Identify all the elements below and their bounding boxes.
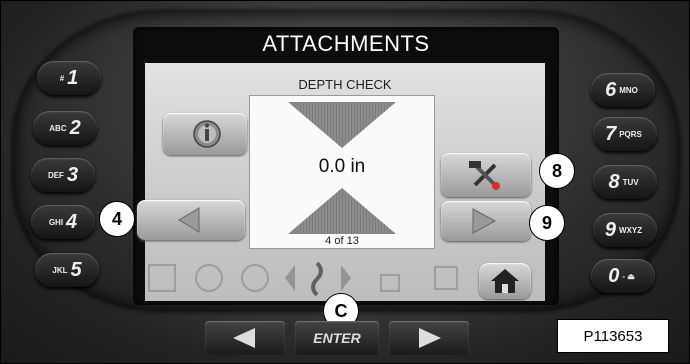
wrench-icon (195, 264, 223, 292)
key-0-letters: - ⏏ (622, 271, 635, 281)
grid-icon (148, 264, 176, 292)
enter-key[interactable]: ENTER (295, 321, 379, 355)
depth-check-panel: 0.0 in 4 of 13 (249, 95, 435, 249)
key-4[interactable]: GHI 4 (31, 205, 95, 239)
key-9-number: 9 (604, 218, 616, 241)
key-7[interactable]: 7 PQRS (593, 117, 657, 151)
screen-title: ATTACHMENTS (262, 31, 430, 56)
key-1-number: 1 (67, 66, 79, 89)
callout-4: 4 (99, 201, 135, 237)
scroll-left-icon (285, 265, 295, 291)
home-icon (491, 269, 519, 293)
depth-down-triangle[interactable] (288, 188, 396, 234)
key-8[interactable]: 8 TUV (593, 165, 657, 199)
screen-subtitle: DEPTH CHECK (298, 77, 392, 92)
key-5-letters: JKL (52, 265, 68, 275)
key-1-letters: # (59, 73, 65, 83)
right-arrow-icon (472, 208, 497, 234)
key-5[interactable]: JKL 5 (35, 253, 99, 287)
depth-readout: 0.0 in (318, 156, 366, 177)
previous-button[interactable] (137, 200, 245, 240)
left-arrow-icon (178, 207, 200, 233)
key-8-letters: TUV (622, 177, 639, 187)
key-4-number: 4 (66, 210, 78, 233)
callout-8: 8 (539, 153, 575, 189)
key-1[interactable]: # 1 (37, 61, 101, 95)
key-3-number: 3 (66, 163, 79, 186)
figure-id-label: P113653 (557, 319, 669, 353)
display-photo-frame: # 1 ABC 2 DEF 3 GHI 4 JKL 5 6 MNO 7 PQRS… (0, 0, 690, 364)
home-button[interactable] (479, 263, 531, 299)
key-7-number: 7 (605, 122, 617, 145)
nav-left-key[interactable] (205, 321, 285, 355)
scroll-right-icon (341, 265, 351, 291)
key-0[interactable]: 0 - ⏏ (591, 259, 655, 293)
nav-right-arrow-icon (419, 328, 441, 348)
nav-left-arrow-icon (233, 328, 255, 348)
key-6-number: 6 (605, 78, 617, 101)
depth-up-triangle[interactable] (288, 102, 396, 148)
info-icon (193, 120, 221, 148)
page-count: 4 of 13 (325, 235, 359, 247)
key-2[interactable]: ABC 2 (33, 111, 97, 145)
key-0-number: 0 (608, 264, 620, 287)
key-9-letters: WXYZ (619, 225, 643, 235)
gauge-icon (241, 264, 269, 292)
key-5-number: 5 (70, 258, 82, 281)
key-6[interactable]: 6 MNO (591, 73, 655, 107)
attachment-icon (311, 261, 323, 297)
info-button[interactable] (163, 113, 247, 155)
key-4-letters: GHI (48, 217, 64, 227)
key-6-letters: MNO (619, 85, 638, 95)
nav-right-key[interactable] (389, 321, 469, 355)
tools-icon (469, 161, 500, 190)
key-9[interactable]: 9 WXYZ (593, 213, 657, 247)
key-2-number: 2 (69, 116, 81, 139)
unlock-icon (380, 274, 400, 292)
key-2-letters: ABC (49, 123, 67, 133)
key-3[interactable]: DEF 3 (31, 158, 95, 192)
callout-9: 9 (529, 205, 565, 241)
tools-button[interactable] (441, 153, 531, 197)
key-3-letters: DEF (47, 170, 64, 180)
key-8-number: 8 (608, 170, 620, 193)
next-button[interactable] (441, 201, 531, 241)
book-icon (434, 266, 458, 290)
key-7-letters: PQRS (619, 129, 642, 139)
